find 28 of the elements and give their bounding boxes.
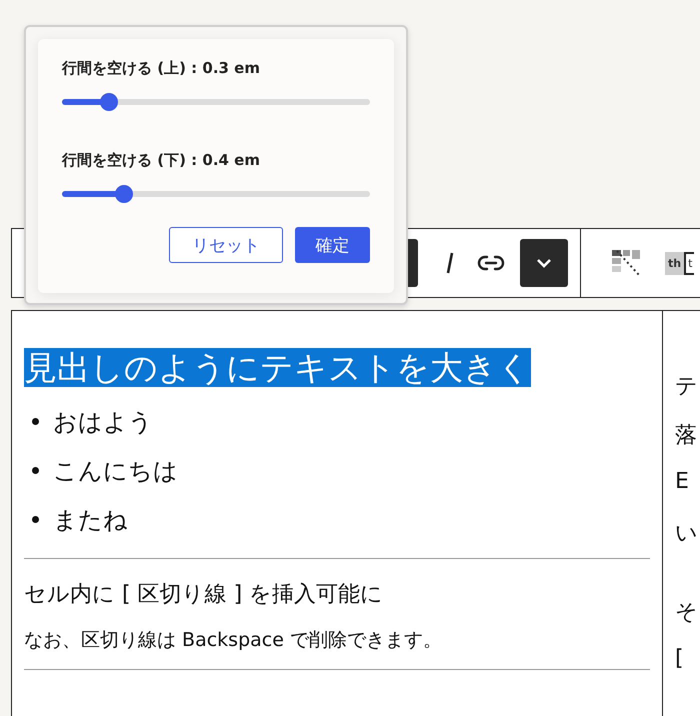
reset-button[interactable]: リセット: [169, 227, 283, 263]
link-icon[interactable]: [477, 255, 505, 271]
confirm-button[interactable]: 確定: [295, 227, 370, 263]
heading-text: 見出しのようにテキストを大きく: [24, 348, 531, 387]
slider-thumb[interactable]: [100, 93, 118, 111]
bullet-icon: [32, 418, 39, 425]
text-line: テ: [675, 373, 698, 401]
slider[interactable]: [62, 93, 370, 111]
bullet-icon: [32, 467, 39, 474]
text-line: い: [675, 520, 698, 548]
text-line: [: [675, 646, 685, 673]
merge-cells-icon[interactable]: [612, 250, 640, 276]
list-item: おはよう: [53, 406, 153, 438]
chevron-icon: [536, 258, 552, 268]
bullet-icon: [32, 516, 39, 523]
dropdown-button[interactable]: [520, 239, 568, 287]
slider[interactable]: [62, 185, 370, 203]
text-line: E: [675, 469, 690, 496]
list-item: こんにちは: [53, 456, 178, 486]
slider-thumb[interactable]: [114, 185, 133, 203]
list-item: またね: [53, 504, 128, 536]
slider-label: 行間を空ける (下) : 0.4 em: [62, 151, 261, 171]
paragraph: セル内に [ 区切り線 ] を挿入可能に: [24, 581, 384, 609]
italic-icon[interactable]: [445, 252, 455, 274]
paragraph: なお、区切り線は Backspace で削除できます。: [24, 628, 443, 653]
text-line: そ: [675, 599, 698, 627]
text-line: 落: [675, 422, 698, 450]
slider-label: 行間を空ける (上) : 0.3 em: [62, 59, 261, 79]
